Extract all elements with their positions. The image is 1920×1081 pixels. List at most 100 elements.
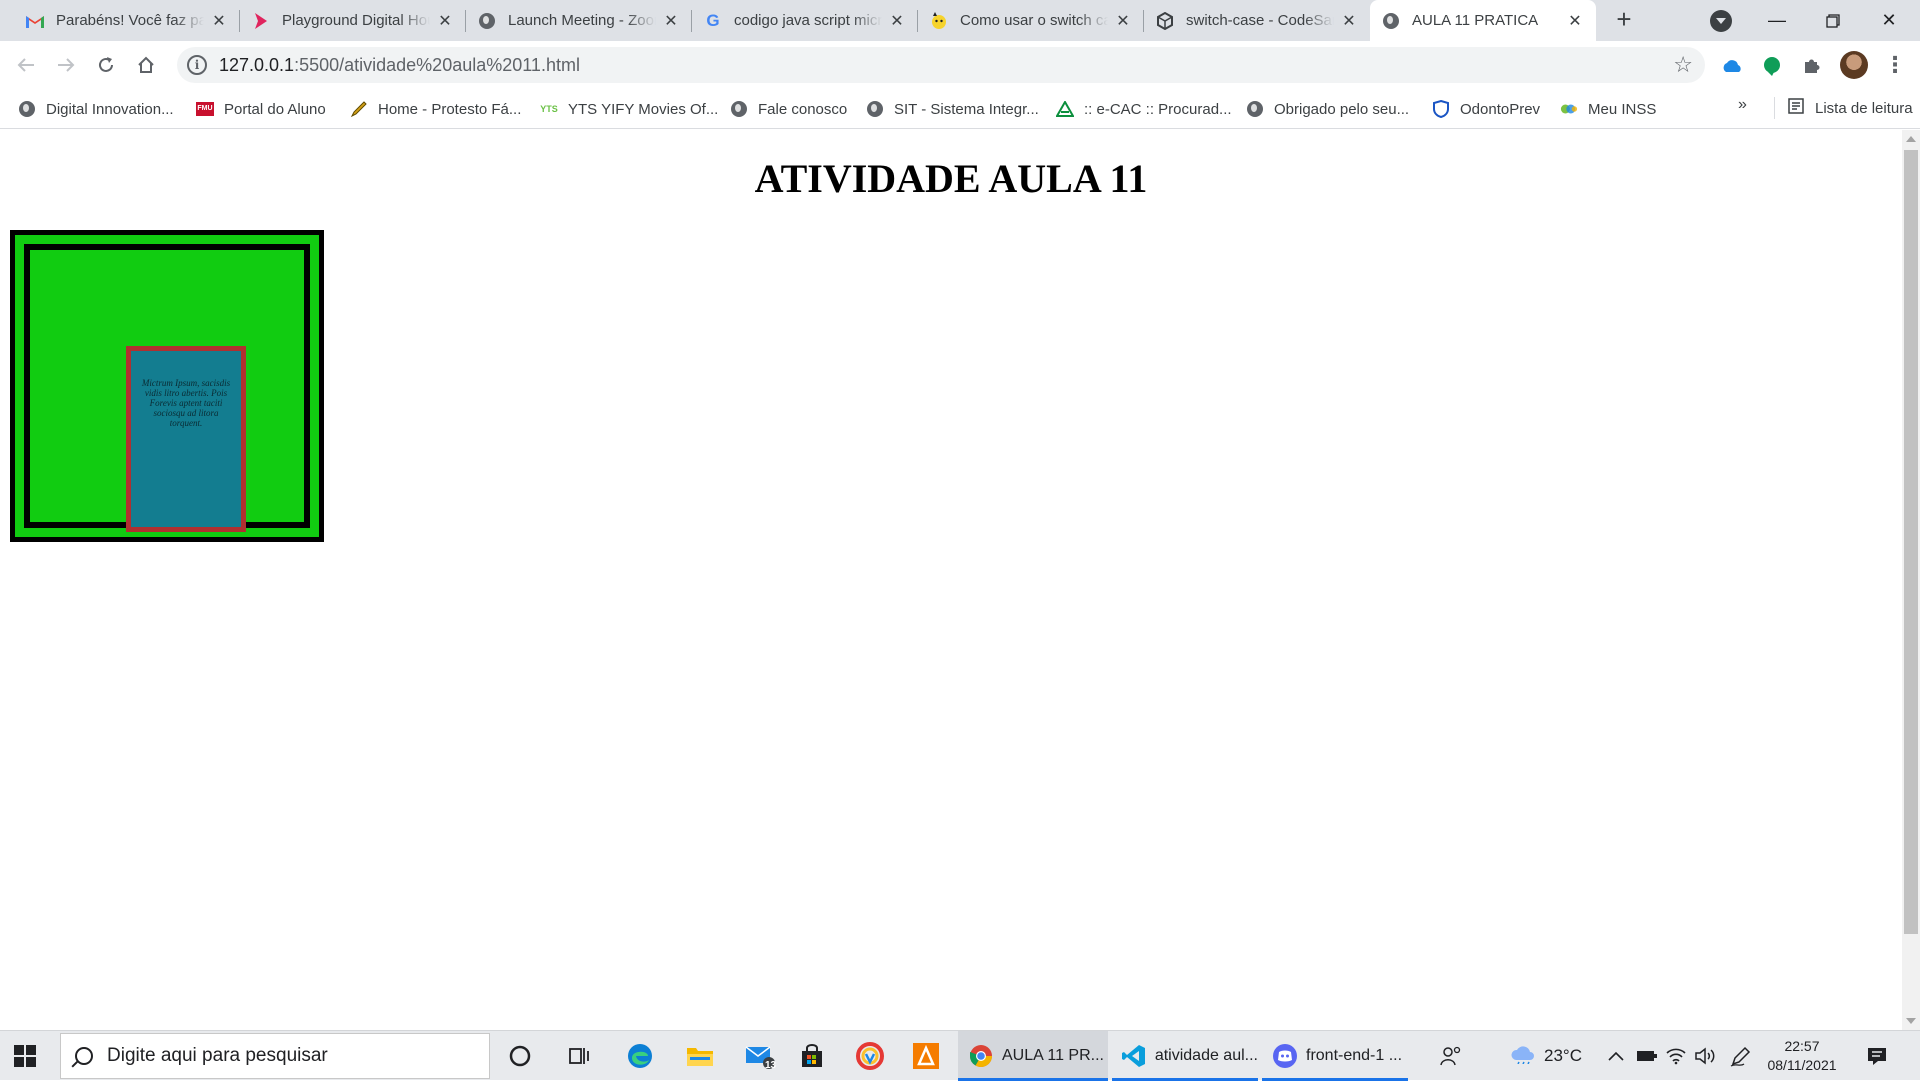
close-window-button[interactable]: ✕ xyxy=(1862,0,1916,41)
bookmark-sit[interactable]: SIT - Sistema Integr... xyxy=(866,97,1039,121)
menu-kebab-icon[interactable]: ⋮ xyxy=(1884,53,1906,77)
wifi-icon[interactable] xyxy=(1666,1031,1686,1081)
codesandbox-icon xyxy=(1156,11,1174,30)
bookmark-meu-inss[interactable]: Meu INSS xyxy=(1560,97,1656,121)
tab-title: Parabéns! Você faz parte xyxy=(56,12,204,29)
address-bar[interactable]: i 127.0.0.1:5500/atividade%20aula%2011.h… xyxy=(177,47,1705,83)
home-button[interactable] xyxy=(130,49,162,81)
pen-workspace-icon[interactable] xyxy=(1730,1031,1752,1081)
yts-icon: YTS xyxy=(540,104,558,114)
bookmark-protesto[interactable]: Home - Protesto Fá... xyxy=(350,97,521,121)
tab-playground[interactable]: Playground Digital House ✕ xyxy=(240,0,466,41)
taskbar-app-discord[interactable]: front-end-1 ... xyxy=(1262,1031,1408,1081)
tab-title: codigo java script micro xyxy=(734,12,882,29)
tab-strip: Parabéns! Você faz parte ✕ Playground Di… xyxy=(0,0,1920,41)
clock-date: 08/11/2021 xyxy=(1767,1057,1837,1073)
mail-badge: 13 xyxy=(765,1060,777,1071)
weather-cloud-icon xyxy=(1510,1044,1536,1069)
close-tab-icon[interactable]: ✕ xyxy=(1340,12,1358,30)
more-bookmarks-chevron-icon[interactable]: » xyxy=(1738,96,1747,114)
bookmark-yts[interactable]: YTS YTS YIFY Movies Of... xyxy=(540,97,718,121)
taskbar-clock[interactable]: 22:57 08/11/2021 xyxy=(1762,1037,1842,1075)
vertical-scrollbar[interactable] xyxy=(1902,130,1920,1030)
tab-title: Como usar o switch case xyxy=(960,12,1108,29)
inss-icon xyxy=(1560,100,1578,118)
notifications-icon[interactable] xyxy=(1866,1031,1888,1081)
center-teal-box: Mictrum Ipsum, sacisdis vidis litro aber… xyxy=(126,346,246,532)
minimize-button[interactable]: — xyxy=(1750,0,1804,41)
scroll-up-arrow-icon[interactable] xyxy=(1906,136,1916,142)
chevron-up-icon[interactable] xyxy=(1608,1031,1624,1081)
browser-shield-icon[interactable] xyxy=(854,1040,886,1072)
tab-title: Playground Digital House xyxy=(282,12,430,29)
close-tab-icon[interactable]: ✕ xyxy=(1566,12,1584,30)
volume-icon[interactable] xyxy=(1694,1031,1716,1081)
reading-list-button[interactable]: Lista de leitura xyxy=(1774,96,1913,120)
bookmark-obrigado[interactable]: Obrigado pelo seu... xyxy=(1246,97,1409,121)
file-explorer-icon[interactable] xyxy=(684,1040,716,1072)
back-button[interactable] xyxy=(10,49,42,81)
weather-widget[interactable]: 23°C xyxy=(1510,1031,1582,1081)
search-icon xyxy=(75,1047,93,1065)
bookmark-fale-conosco[interactable]: Fale conosco xyxy=(730,97,847,121)
site-info-icon[interactable]: i xyxy=(187,55,207,75)
tab-search-icon[interactable] xyxy=(1710,10,1732,32)
close-tab-icon[interactable]: ✕ xyxy=(436,12,454,30)
tab-zoom[interactable]: Launch Meeting - Zoom ✕ xyxy=(466,0,692,41)
battery-icon[interactable] xyxy=(1636,1031,1658,1081)
bookmark-digital-innovation[interactable]: Digital Innovation... xyxy=(18,97,174,121)
discord-icon xyxy=(1272,1043,1298,1069)
globe-icon xyxy=(866,100,884,118)
taskbar-app-chrome[interactable]: AULA 11 PR... xyxy=(958,1031,1108,1081)
url-text[interactable]: 127.0.0.1:5500/atividade%20aula%2011.htm… xyxy=(219,55,580,76)
extensions-puzzle-icon[interactable] xyxy=(1800,54,1824,78)
onedrive-icon[interactable] xyxy=(1720,54,1744,78)
cortana-icon[interactable] xyxy=(504,1040,536,1072)
google-icon: G xyxy=(706,10,720,30)
scroll-thumb[interactable] xyxy=(1904,150,1918,934)
windows-taskbar: Digite aqui para pesquisar 13 AULA 11 PR… xyxy=(0,1030,1920,1081)
taskbar-search-box[interactable]: Digite aqui para pesquisar xyxy=(60,1033,490,1079)
edge-icon[interactable] xyxy=(624,1040,656,1072)
playground-icon xyxy=(252,12,270,30)
page-heading: ATIVIDADE AULA 11 xyxy=(754,156,1148,201)
gmail-icon xyxy=(26,12,44,30)
profile-avatar[interactable] xyxy=(1840,51,1868,79)
green-extension-icon[interactable] xyxy=(1760,54,1784,78)
forward-button[interactable] xyxy=(50,49,82,81)
mail-icon[interactable]: 13 xyxy=(744,1040,776,1072)
tab-gmail[interactable]: Parabéns! Você faz parte ✕ xyxy=(14,0,240,41)
globe-icon xyxy=(1382,12,1400,30)
fmu-icon: FMU xyxy=(196,100,214,118)
maximize-button[interactable] xyxy=(1806,0,1860,41)
close-tab-icon[interactable]: ✕ xyxy=(662,12,680,30)
task-view-icon[interactable] xyxy=(564,1040,596,1072)
tab-switch-case[interactable]: Como usar o switch case ✕ xyxy=(918,0,1144,41)
store-icon[interactable] xyxy=(796,1040,828,1072)
close-tab-icon[interactable]: ✕ xyxy=(1114,12,1132,30)
bookmarks-bar: Digital Innovation... FMU Portal do Alun… xyxy=(0,89,1920,129)
bookmark-ecac[interactable]: :: e-CAC :: Procurad... xyxy=(1056,97,1232,121)
new-tab-button[interactable]: + xyxy=(1610,6,1638,34)
scroll-down-arrow-icon[interactable] xyxy=(1906,1018,1916,1024)
clock-time: 22:57 xyxy=(1784,1038,1820,1054)
people-icon[interactable] xyxy=(1440,1031,1462,1081)
reload-button[interactable] xyxy=(90,49,122,81)
orange-app-icon[interactable] xyxy=(910,1040,942,1072)
bookmark-portal-aluno[interactable]: FMU Portal do Aluno xyxy=(196,97,326,121)
taskbar-app-vscode[interactable]: atividade aul... xyxy=(1112,1031,1258,1081)
close-tab-icon[interactable]: ✕ xyxy=(210,12,228,30)
close-tab-icon[interactable]: ✕ xyxy=(888,12,906,30)
tab-title: Launch Meeting - Zoom xyxy=(508,12,656,29)
windows-start-icon[interactable] xyxy=(14,1045,36,1067)
bookmark-star-icon[interactable]: ☆ xyxy=(1673,52,1693,78)
box-text: Mictrum Ipsum, sacisdis vidis litro aber… xyxy=(141,378,231,428)
tab-codesandbox[interactable]: switch-case - CodeSandbox ✕ xyxy=(1144,0,1370,41)
reading-list-icon xyxy=(1787,97,1805,119)
ecac-icon xyxy=(1056,100,1074,118)
bookmark-odontoprev[interactable]: OdontoPrev xyxy=(1432,97,1540,121)
tab-title: AULA 11 PRATICA xyxy=(1412,12,1539,29)
tab-google-search[interactable]: G codigo java script micro ✕ xyxy=(692,0,918,41)
outer-green-box: Mictrum Ipsum, sacisdis vidis litro aber… xyxy=(10,230,324,542)
tab-aula-11-active[interactable]: AULA 11 PRATICA ✕ xyxy=(1370,0,1596,41)
